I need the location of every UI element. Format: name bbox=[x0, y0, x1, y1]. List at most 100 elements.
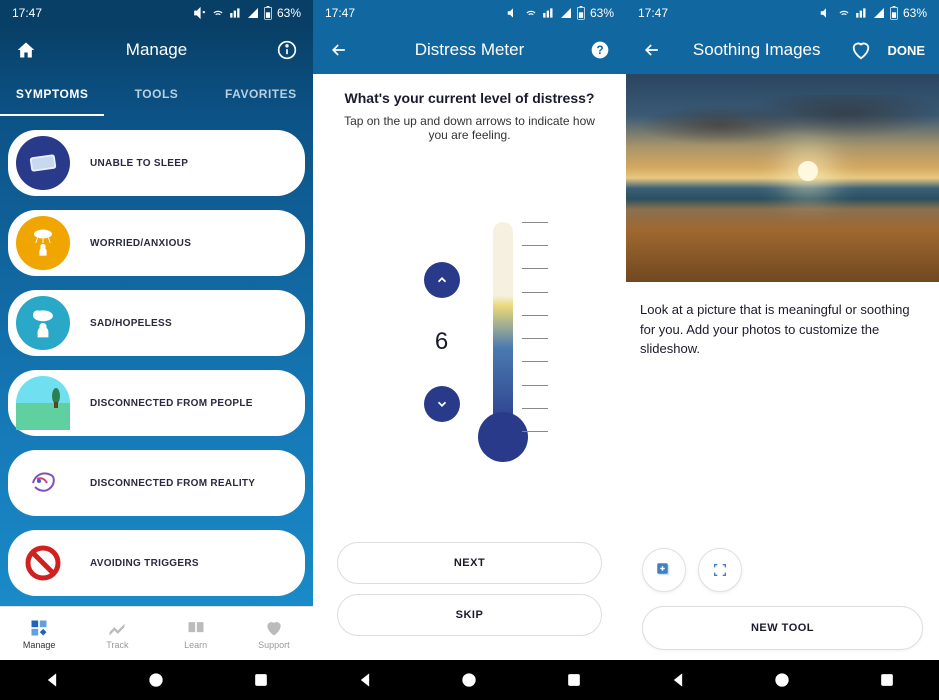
signal-icon bbox=[542, 6, 556, 20]
recent-button[interactable] bbox=[877, 670, 897, 690]
home-button[interactable] bbox=[772, 670, 792, 690]
symptom-disconnected-reality[interactable]: DISCONNECTED FROM REALITY bbox=[8, 450, 305, 516]
rain-person-icon bbox=[25, 225, 61, 261]
symptom-label: DISCONNECTED FROM REALITY bbox=[90, 478, 255, 489]
favorite-button[interactable] bbox=[849, 38, 873, 62]
thermometer-ticks bbox=[522, 222, 548, 432]
chevron-up-icon bbox=[435, 273, 449, 287]
help-icon: ? bbox=[590, 40, 610, 60]
system-nav bbox=[313, 660, 626, 700]
no-entry-icon bbox=[23, 543, 63, 583]
recent-button[interactable] bbox=[251, 670, 271, 690]
home-button[interactable] bbox=[146, 670, 166, 690]
signal-icon bbox=[229, 6, 243, 20]
wifi-icon bbox=[211, 6, 225, 20]
beach-icon bbox=[16, 376, 70, 430]
learn-icon bbox=[186, 618, 206, 638]
tab-symptoms[interactable]: SYMPTOMS bbox=[0, 74, 104, 116]
back-button[interactable] bbox=[327, 38, 351, 62]
done-button[interactable]: DONE bbox=[887, 43, 925, 58]
arrow-left-icon bbox=[329, 40, 349, 60]
heart-icon bbox=[850, 39, 872, 61]
page-title: Distress Meter bbox=[351, 40, 588, 60]
system-nav bbox=[0, 660, 313, 700]
soothing-image[interactable] bbox=[626, 74, 939, 282]
increase-button[interactable] bbox=[424, 262, 460, 298]
symptom-unable-to-sleep[interactable]: UNABLE TO SLEEP bbox=[8, 130, 305, 196]
back-button[interactable] bbox=[42, 670, 62, 690]
distress-meter-body: What's your current level of distress? T… bbox=[313, 74, 626, 660]
help-button[interactable]: ? bbox=[588, 38, 612, 62]
nav-support[interactable]: Support bbox=[235, 607, 313, 660]
info-button[interactable] bbox=[275, 38, 299, 62]
battery-icon bbox=[889, 6, 899, 20]
add-photo-icon bbox=[655, 561, 673, 579]
tab-favorites[interactable]: FAVORITES bbox=[209, 74, 313, 116]
nav-learn[interactable]: Learn bbox=[157, 607, 235, 660]
nav-label: Track bbox=[106, 640, 128, 650]
tab-tools[interactable]: TOOLS bbox=[104, 74, 208, 116]
symptom-label: DISCONNECTED FROM PEOPLE bbox=[90, 398, 253, 409]
mute-icon bbox=[193, 6, 207, 20]
symptom-list: UNABLE TO SLEEP WORRIED/ANXIOUS SAD/HOPE… bbox=[0, 116, 313, 606]
battery-icon bbox=[263, 6, 273, 20]
tab-bar: SYMPTOMS TOOLS FAVORITES bbox=[0, 74, 313, 116]
distress-subtext: Tap on the up and down arrows to indicat… bbox=[329, 114, 610, 142]
next-button[interactable]: NEXT bbox=[337, 542, 602, 584]
nav-label: Manage bbox=[23, 640, 56, 650]
symptom-label: AVOIDING TRIGGERS bbox=[90, 558, 199, 569]
back-button[interactable] bbox=[355, 670, 375, 690]
status-time: 17:47 bbox=[638, 6, 668, 20]
nav-track[interactable]: Track bbox=[78, 607, 156, 660]
thermometer bbox=[490, 222, 516, 462]
back-button[interactable] bbox=[640, 38, 664, 62]
info-icon bbox=[277, 40, 297, 60]
fullscreen-button[interactable] bbox=[698, 548, 742, 592]
symptom-label: WORRIED/ANXIOUS bbox=[90, 238, 191, 249]
battery-icon bbox=[576, 6, 586, 20]
skip-button[interactable]: SKIP bbox=[337, 594, 602, 636]
nav-label: Learn bbox=[184, 640, 207, 650]
wifi-icon bbox=[524, 6, 538, 20]
status-bar: 17:47 63% bbox=[626, 0, 939, 26]
decrease-button[interactable] bbox=[424, 386, 460, 422]
soothing-body: Look at a picture that is meaningful or … bbox=[626, 74, 939, 660]
mute-icon bbox=[506, 6, 520, 20]
home-button[interactable] bbox=[14, 38, 38, 62]
symptom-avoiding-triggers[interactable]: AVOIDING TRIGGERS bbox=[8, 530, 305, 596]
app-bar: Manage bbox=[0, 26, 313, 74]
manage-icon bbox=[29, 618, 49, 638]
distress-value: 6 bbox=[435, 328, 448, 356]
soothing-description: Look at a picture that is meaningful or … bbox=[626, 282, 939, 377]
battery-percent: 63% bbox=[277, 6, 301, 20]
status-bar: 17:47 63% bbox=[313, 0, 626, 26]
symptom-label: UNABLE TO SLEEP bbox=[90, 158, 188, 169]
pillow-icon bbox=[25, 145, 61, 181]
cell-icon bbox=[873, 7, 885, 19]
nav-manage[interactable]: Manage bbox=[0, 607, 78, 660]
distress-heading: What's your current level of distress? bbox=[329, 90, 610, 106]
back-button[interactable] bbox=[668, 670, 688, 690]
chevron-down-icon bbox=[435, 397, 449, 411]
arrow-left-icon bbox=[642, 40, 662, 60]
symptom-sad-hopeless[interactable]: SAD/HOPELESS bbox=[8, 290, 305, 356]
app-bar: Distress Meter ? bbox=[313, 26, 626, 74]
add-photo-button[interactable] bbox=[642, 548, 686, 592]
bottom-nav: Manage Track Learn Support bbox=[0, 606, 313, 660]
status-time: 17:47 bbox=[12, 6, 42, 20]
battery-percent: 63% bbox=[903, 6, 927, 20]
svg-text:?: ? bbox=[596, 44, 603, 57]
fullscreen-icon bbox=[712, 562, 728, 578]
battery-percent: 63% bbox=[590, 6, 614, 20]
status-bar: 17:47 63% bbox=[0, 0, 313, 26]
symptom-worried-anxious[interactable]: WORRIED/ANXIOUS bbox=[8, 210, 305, 276]
app-bar: Soothing Images DONE bbox=[626, 26, 939, 74]
new-tool-button[interactable]: NEW TOOL bbox=[642, 606, 923, 650]
recent-button[interactable] bbox=[564, 670, 584, 690]
system-nav bbox=[626, 660, 939, 700]
home-button[interactable] bbox=[459, 670, 479, 690]
nav-label: Support bbox=[258, 640, 290, 650]
symptom-disconnected-people[interactable]: DISCONNECTED FROM PEOPLE bbox=[8, 370, 305, 436]
cell-icon bbox=[247, 7, 259, 19]
page-title: Soothing Images bbox=[664, 40, 849, 60]
